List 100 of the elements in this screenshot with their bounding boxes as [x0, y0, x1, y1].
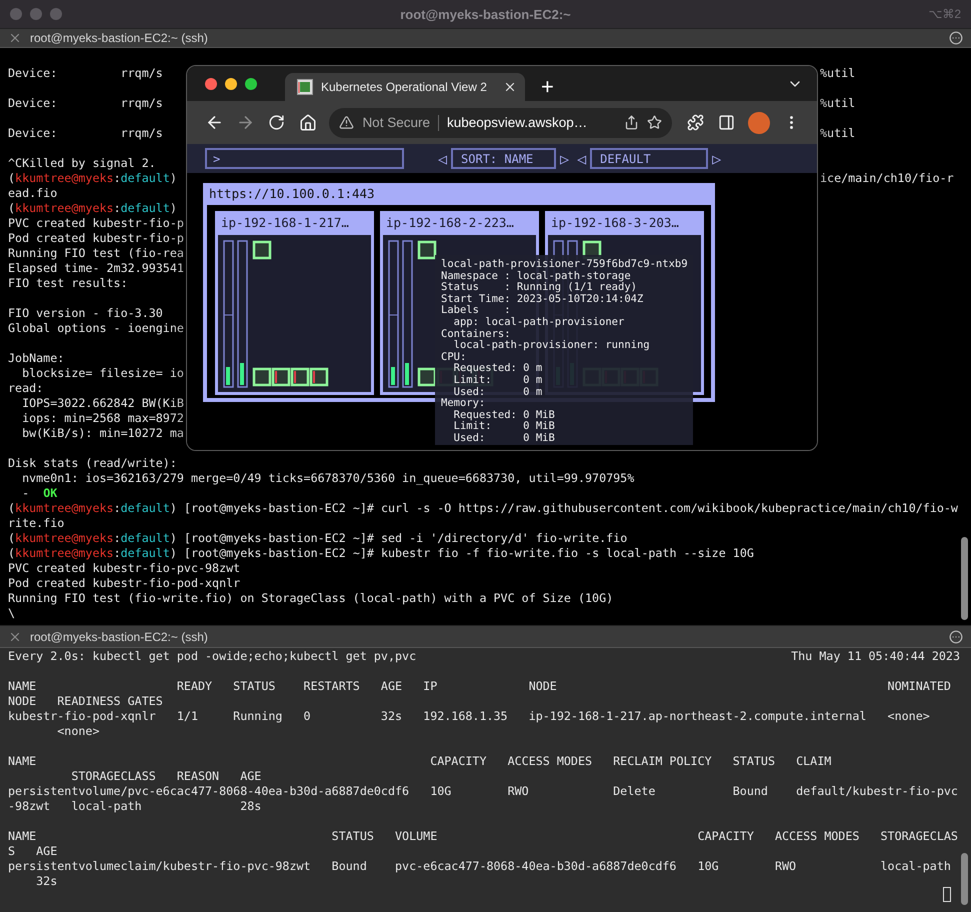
tooltip-line: Labels : — [441, 305, 512, 317]
tooltip-line: Requested: 0 MiB — [452, 410, 556, 421]
terminal-line: NAME READY STATUS RESTARTS AGE IP NODE NOMINATED — [8, 679, 951, 694]
terminal-line: Running FIO test (fio-write.fio) on StorageClass (local-path) with a PVC of Size (10G) — [8, 591, 614, 606]
terminal-line: Device: rrqm/s — [8, 96, 164, 111]
terminal-line: (kkumtree@myeks:default) [root@myeks-bastion-EC2 ~]# curl -s -O https://raw.githubusercontent.com/wikibook/kubepractice/main/ch10/fio-w — [8, 501, 958, 516]
previous-theme-button[interactable]: ◁ — [577, 150, 586, 168]
window-shortcut: ⌥⌘2 — [927, 7, 961, 21]
home-icon[interactable] — [298, 114, 317, 132]
address-bar[interactable]: Not Secure kubeopsview.awskop… — [329, 108, 672, 138]
terminal-line: Global options - ioengine — [8, 321, 184, 336]
theme-selector[interactable]: DEFAULT — [590, 148, 708, 169]
terminal-line: rite.fio — [8, 516, 64, 531]
filter-field[interactable]: > — [205, 148, 404, 169]
terminal-line: (kkumtree@myeks:default) — [8, 201, 177, 216]
tooltip-line: Namespace : local-path-storage — [441, 270, 632, 282]
terminal-line: iops: min=2568 max=8972 — [21, 411, 184, 426]
terminal-line: Running FIO test (fio-rea — [8, 246, 184, 261]
star-icon[interactable] — [647, 115, 662, 130]
terminal-line: persistentvolumeclaim/kubestr-fio-pvc-98zwt Bound pvc-e6cac477-8068-40ea-b30d-a6887de0cdf6 10G RWO local-path — [8, 859, 951, 874]
terminal-line: bw(KiB/s): min=10272 ma — [21, 426, 184, 441]
tooltip-line: Status : Running (1/1 ready) — [441, 282, 638, 294]
tooltip-line: Used: 0 MiB — [452, 432, 556, 444]
terminal-line: 32s — [35, 874, 58, 889]
reload-icon[interactable] — [268, 114, 286, 131]
terminal-line: NAME CAPACITY ACCESS MODES RECLAIM POLICY STATUS CLAIM — [8, 754, 832, 769]
terminal-line: Device: rrqm/s — [8, 66, 164, 81]
tooltip-line: local-path-provisioner: running — [452, 340, 651, 352]
share-icon[interactable] — [624, 115, 640, 130]
terminal-cursor — [943, 887, 951, 902]
terminal-line: PVC created kubestr-fio-p — [8, 216, 184, 231]
terminal-line: ead.fio — [8, 186, 58, 201]
more-icon[interactable] — [949, 31, 963, 45]
more-icon[interactable] — [949, 630, 963, 644]
url-text: kubeopsview.awskop… — [446, 115, 588, 130]
tooltip-line: Start Time: 2023-05-10T20:14:04Z — [441, 294, 644, 305]
terminal-line: %util — [820, 96, 856, 111]
window-title: root@myeks-bastion-EC2:~ — [399, 6, 572, 22]
window-minimize-button[interactable] — [225, 78, 237, 90]
terminal-line: NAME STATUS VOLUME CAPACITY ACCESS MODES STORAGECLAS — [8, 829, 958, 844]
terminal-line: Elapsed time- 2m32.993541 — [8, 261, 184, 276]
terminal-line: S AGE — [8, 844, 58, 859]
terminal-line: FIO test results: — [8, 276, 128, 291]
terminal-line: NODE READINESS GATES — [8, 694, 163, 709]
previous-sort-button[interactable]: ◁ — [438, 150, 448, 168]
tooltip-line: Containers: — [441, 328, 512, 340]
terminal-line: (kkumtree@myeks:default) [root@myeks-bastion-EC2 ~]# kubestr fio -f fio-write.fio -s local-path --size 10G — [8, 546, 754, 561]
avatar[interactable] — [748, 112, 770, 134]
tooltip-line: app: local-path-provisioner — [452, 316, 626, 329]
terminal-line: Pod created kubestr-fio-pod-xqnlr — [8, 576, 240, 591]
tooltip-line: Requested: 0 m — [452, 363, 544, 375]
terminal-line: -98zwt local-path 28s — [8, 799, 262, 814]
terminal-line: %util — [820, 126, 856, 141]
new-tab-button[interactable]: + — [541, 73, 554, 101]
pane-title: root@myeks-bastion-EC2:~ (ssh) — [30, 630, 209, 644]
terminal-line: FIO version - fio-3.30 — [8, 306, 163, 321]
terminal-line: PVC created kubestr-fio-pvc-98zwt — [8, 561, 240, 576]
terminal-line: Device: rrqm/s — [8, 126, 164, 141]
tooltip-line: Used: 0 m — [452, 386, 544, 398]
close-icon[interactable] — [8, 31, 22, 45]
node-name: ip-192-168-1-217… — [220, 214, 350, 232]
terminal-line: (kkumtree@myeks:default) — [8, 171, 178, 186]
terminal-line: Every 2.0s: kubectl get pod -owide;echo;kubectl get pv,pvc — [8, 649, 418, 664]
terminal-line: ^CKilled by signal 2. — [8, 156, 156, 171]
node-name: ip-192-168-3-203… — [550, 214, 680, 232]
security-label: Not Secure — [362, 115, 430, 130]
cluster-name: https://10.100.0.1:443 — [208, 185, 376, 203]
pane-title: root@myeks-bastion-EC2:~ (ssh) — [30, 31, 209, 45]
terminal-line: JobName: — [8, 351, 64, 366]
tooltip-line: Limit: 0 m — [452, 374, 544, 387]
scrollbar-thumb[interactable] — [961, 537, 968, 620]
terminal-line: <none> — [56, 724, 100, 739]
terminal-line: IOPS=3022.662842 BW(KiB — [21, 396, 184, 411]
tooltip-line: Limit: 0 MiB — [452, 421, 556, 433]
terminal-line: \ — [8, 606, 16, 621]
next-theme-button[interactable]: ▷ — [712, 150, 722, 168]
sort-selector[interactable]: SORT: NAME — [451, 148, 556, 169]
terminal-line: Pod created kubestr-fio-p — [8, 231, 184, 246]
terminal-line: Disk stats (read/write): — [8, 456, 177, 471]
timestamp: Thu May 11 05:40:44 2023 — [791, 649, 960, 664]
terminal-line: persistentvolume/pvc-e6cac477-8068-40ea-b30d-a6887de0cdf6 10G RWO Delete Bound default/kubestr-fio-pvc — [8, 784, 958, 799]
tooltip-line: Memory: — [441, 398, 486, 410]
terminal-line: STORAGECLASS REASON AGE — [70, 769, 262, 784]
tooltip-line: CPU: — [441, 352, 468, 363]
puzzle-icon[interactable] — [687, 114, 704, 131]
sidebar-icon[interactable] — [718, 114, 736, 131]
close-icon[interactable] — [503, 80, 517, 94]
window-close-button[interactable] — [205, 78, 217, 90]
browser-tab[interactable]: Kubernetes Operational View 2 — [285, 73, 525, 101]
next-sort-button[interactable]: ▷ — [560, 150, 570, 168]
window-zoom-button[interactable] — [245, 78, 257, 90]
terminal-line: nvme0n1: ios=362163/279 merge=0/49 ticks=6678370/5360 in_queue=6683730, util=99.970795% — [21, 471, 634, 486]
node-card[interactable]: ip-192-168-1-217… — [215, 211, 374, 395]
tooltip-line: local-path-provisioner-759f6bd7c9-ntxb9 — [441, 259, 689, 271]
warning-icon — [339, 115, 354, 130]
terminal-line: blocksize= filesize= io — [21, 366, 184, 381]
terminal-line: kubestr-fio-pod-xqnlr 1/1 Running 0 32s 192.168.1.35 ip-192-168-1-217.ap-northeast-2.compute.internal <none> — [8, 709, 930, 724]
tab-favicon-icon — [297, 79, 313, 95]
scrollbar-thumb[interactable] — [961, 853, 968, 905]
node-name: ip-192-168-2-223… — [385, 214, 515, 232]
